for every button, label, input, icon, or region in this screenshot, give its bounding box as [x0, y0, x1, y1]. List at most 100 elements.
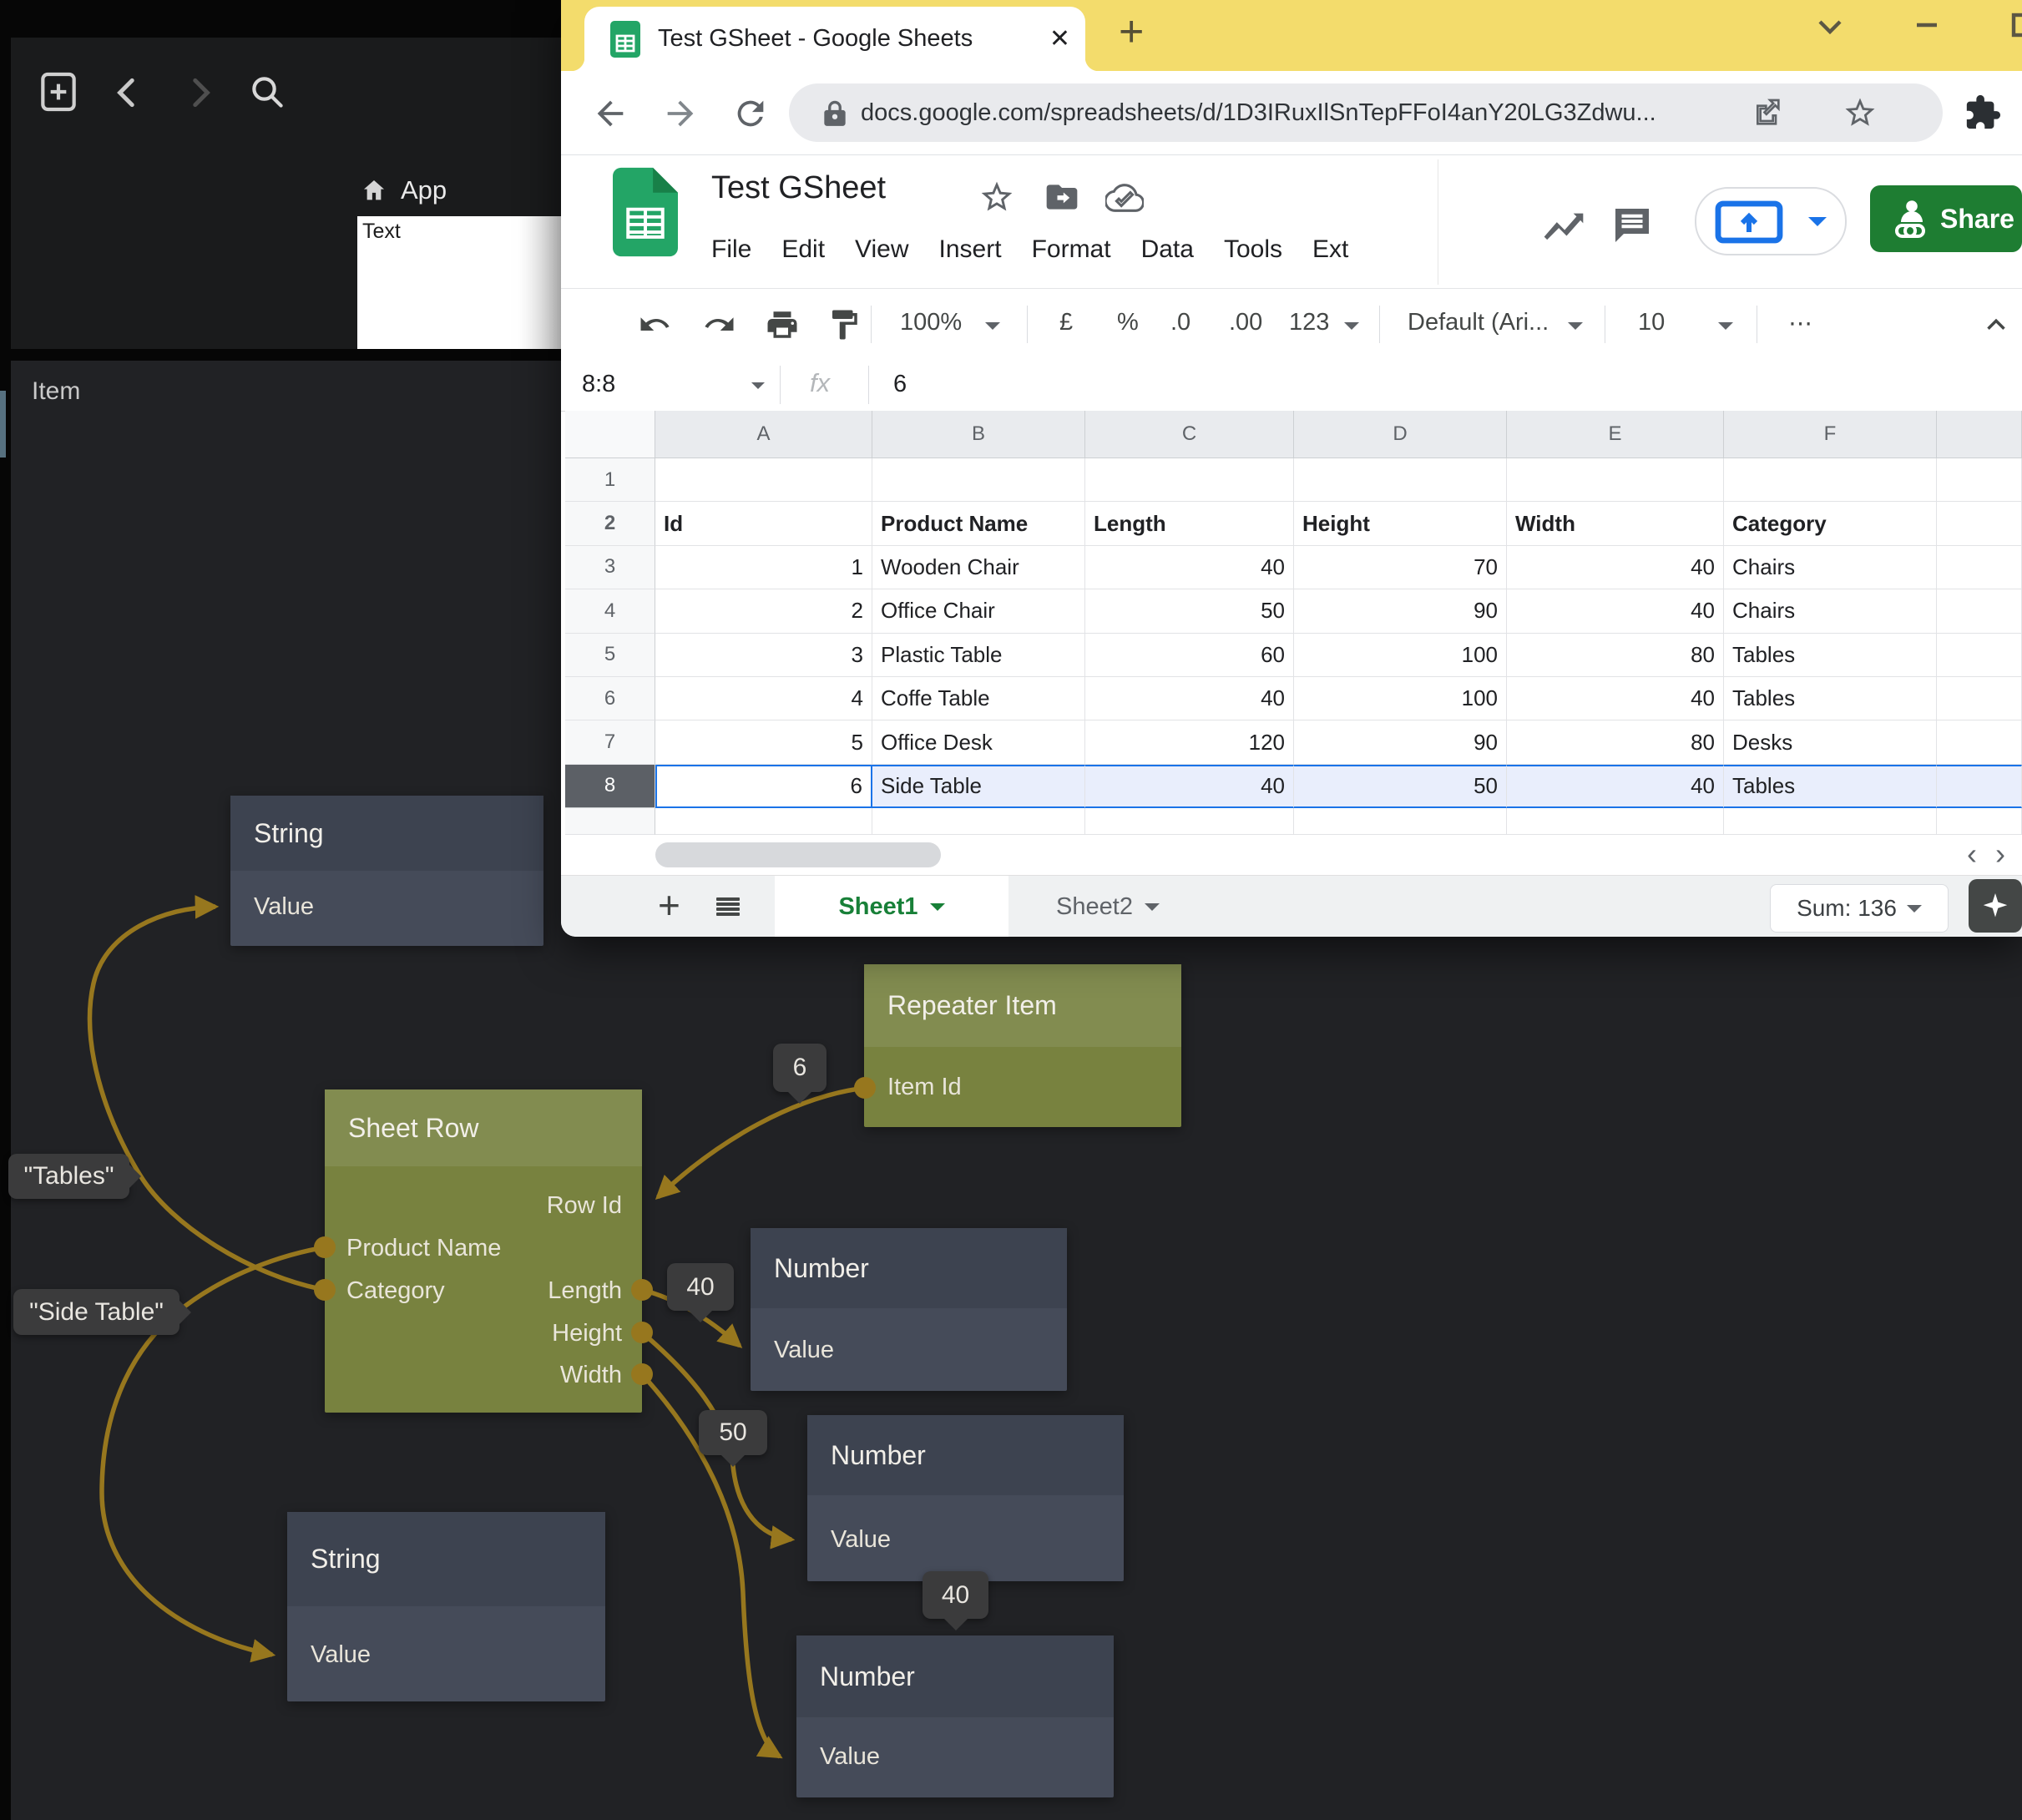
- cell-G5[interactable]: [1937, 634, 2022, 677]
- cell-D2[interactable]: Height: [1294, 502, 1507, 545]
- cell-C2[interactable]: Length: [1085, 502, 1294, 545]
- cell-E3[interactable]: 40: [1507, 546, 1724, 589]
- format-currency-button[interactable]: £: [1059, 309, 1073, 336]
- col-header-F[interactable]: F: [1724, 411, 1937, 458]
- row-header-3[interactable]: 3: [565, 546, 655, 589]
- cell-E2[interactable]: Width: [1507, 502, 1724, 545]
- browser-tab[interactable]: Test GSheet - Google Sheets ✕: [584, 7, 1085, 71]
- format-percent-button[interactable]: %: [1117, 309, 1139, 336]
- col-header-B[interactable]: B: [872, 411, 1085, 458]
- cell-E6[interactable]: 40: [1507, 677, 1724, 720]
- cell-B9[interactable]: [872, 808, 1085, 835]
- cell-D5[interactable]: 100: [1294, 634, 1507, 677]
- port-length[interactable]: Length: [548, 1277, 622, 1305]
- new-tab-icon[interactable]: +: [1119, 7, 1144, 57]
- port-item-id[interactable]: Item Id: [887, 1074, 962, 1101]
- sheets-logo[interactable]: [613, 167, 678, 257]
- all-sheets-icon[interactable]: [716, 897, 740, 916]
- forward-button[interactable]: [179, 72, 220, 114]
- cell-C1[interactable]: [1085, 458, 1294, 502]
- cell-A2[interactable]: Id: [655, 502, 872, 545]
- cell-A9[interactable]: [655, 808, 872, 835]
- tab-close-icon[interactable]: ✕: [1049, 24, 1070, 53]
- cell-C7[interactable]: 120: [1085, 720, 1294, 764]
- row-header-4[interactable]: 4: [565, 589, 655, 633]
- cell-G6[interactable]: [1937, 677, 2022, 720]
- url-bar[interactable]: docs.google.com/spreadsheets/d/1D3IRuxIl…: [789, 83, 1943, 142]
- cell-D6[interactable]: 100: [1294, 677, 1507, 720]
- cell-D3[interactable]: 70: [1294, 546, 1507, 589]
- cell-A3[interactable]: 1: [655, 546, 872, 589]
- cell-F6[interactable]: Tables: [1724, 677, 1937, 720]
- node-number-length[interactable]: Number Value: [751, 1228, 1067, 1391]
- col-header-E[interactable]: E: [1507, 411, 1724, 458]
- font-select[interactable]: Default (Ari...: [1408, 309, 1549, 336]
- cell-C3[interactable]: 40: [1085, 546, 1294, 589]
- cloud-status-icon[interactable]: [1105, 179, 1144, 217]
- cell-F2[interactable]: Category: [1724, 502, 1937, 545]
- cell-D4[interactable]: 90: [1294, 589, 1507, 633]
- cell-D1[interactable]: [1294, 458, 1507, 502]
- cell-G9[interactable]: [1937, 808, 2022, 835]
- cell-F3[interactable]: Chairs: [1724, 546, 1937, 589]
- cell-F7[interactable]: Desks: [1724, 720, 1937, 764]
- menu-data[interactable]: Data: [1141, 235, 1194, 264]
- cell-G7[interactable]: [1937, 720, 2022, 764]
- cell-A4[interactable]: 2: [655, 589, 872, 633]
- port-value[interactable]: Value: [820, 1743, 880, 1771]
- add-sheet-icon[interactable]: +: [658, 882, 680, 928]
- cell-C4[interactable]: 50: [1085, 589, 1294, 633]
- star-icon[interactable]: [978, 179, 1015, 215]
- increase-decimal-button[interactable]: .00: [1229, 309, 1262, 336]
- cell-F1[interactable]: [1724, 458, 1937, 502]
- cell-A5[interactable]: 3: [655, 634, 872, 677]
- row-header-8[interactable]: 8: [565, 765, 655, 808]
- cell-F8[interactable]: Tables: [1724, 765, 1937, 808]
- cell-A1[interactable]: [655, 458, 872, 502]
- formula-input[interactable]: 6: [893, 371, 907, 398]
- cell-B1[interactable]: [872, 458, 1085, 502]
- present-button[interactable]: [1695, 187, 1847, 255]
- node-sheet-row[interactable]: Sheet Row Row Id Product Name Category L…: [325, 1089, 642, 1413]
- comment-icon[interactable]: [1607, 200, 1657, 250]
- cell-B3[interactable]: Wooden Chair: [872, 546, 1085, 589]
- sum-indicator[interactable]: Sum: 136: [1770, 884, 1949, 933]
- horizontal-scrollbar[interactable]: [655, 842, 941, 867]
- cell-E9[interactable]: [1507, 808, 1724, 835]
- name-box[interactable]: 8:8: [582, 371, 615, 398]
- component-item-label[interactable]: Item: [32, 377, 80, 406]
- port-width[interactable]: Width: [560, 1362, 622, 1389]
- collapse-toolbar-icon[interactable]: [1980, 309, 2012, 341]
- cell-C6[interactable]: 40: [1085, 677, 1294, 720]
- cell-A7[interactable]: 5: [655, 720, 872, 764]
- menu-insert[interactable]: Insert: [939, 235, 1002, 264]
- node-string-bottom[interactable]: String Value: [287, 1512, 605, 1701]
- search-icon[interactable]: [244, 68, 291, 115]
- port-row-id[interactable]: Row Id: [547, 1192, 622, 1220]
- cell-B8[interactable]: Side Table: [872, 765, 1085, 808]
- decrease-decimal-button[interactable]: .0: [1170, 309, 1190, 336]
- menu-file[interactable]: File: [711, 235, 751, 264]
- port-category[interactable]: Category: [346, 1277, 445, 1305]
- sheet-tab-sheet1[interactable]: Sheet1: [775, 876, 1008, 937]
- back-icon[interactable]: [591, 94, 629, 133]
- cell-F4[interactable]: Chairs: [1724, 589, 1937, 633]
- font-size-select[interactable]: 10: [1638, 309, 1665, 336]
- cell-D7[interactable]: 90: [1294, 720, 1507, 764]
- cell-E4[interactable]: 40: [1507, 589, 1724, 633]
- bookmark-star-icon[interactable]: [1843, 95, 1878, 130]
- menu-tools[interactable]: Tools: [1224, 235, 1282, 264]
- cell-F5[interactable]: Tables: [1724, 634, 1937, 677]
- cell-B2[interactable]: Product Name: [872, 502, 1085, 545]
- cell-G4[interactable]: [1937, 589, 2022, 633]
- insights-trend-icon[interactable]: [1540, 204, 1587, 250]
- col-header-D[interactable]: D: [1294, 411, 1507, 458]
- node-number-width[interactable]: Number Value: [796, 1635, 1114, 1797]
- grid-corner[interactable]: [565, 411, 655, 458]
- share-button[interactable]: Share: [1870, 185, 2022, 252]
- window-restore-down-icon[interactable]: [1810, 5, 1850, 45]
- row-header-7[interactable]: 7: [565, 720, 655, 764]
- move-folder-icon[interactable]: [1044, 179, 1080, 215]
- redo-icon[interactable]: [701, 307, 736, 342]
- cell-B4[interactable]: Office Chair: [872, 589, 1085, 633]
